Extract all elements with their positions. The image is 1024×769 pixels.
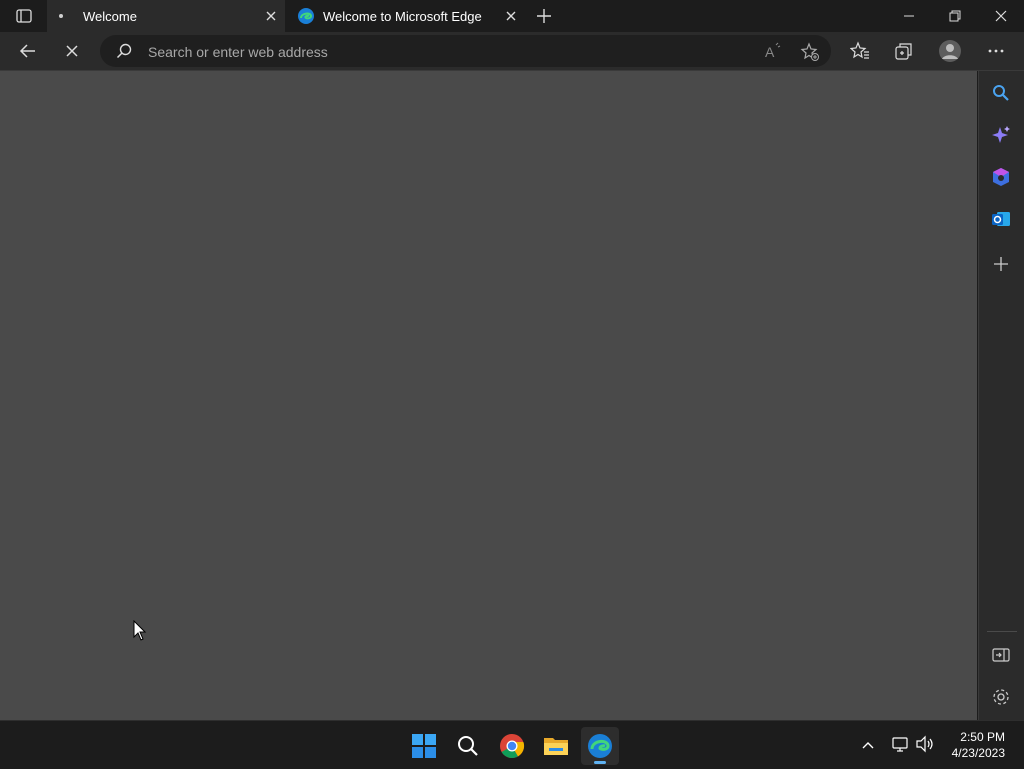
address-input[interactable]: Search or enter web address bbox=[148, 44, 328, 60]
profile-avatar[interactable] bbox=[938, 39, 962, 63]
more-options-icon[interactable] bbox=[984, 39, 1008, 63]
tab-actions-icon[interactable] bbox=[14, 6, 34, 26]
tab-label: Welcome bbox=[83, 9, 137, 24]
close-tab-icon[interactable] bbox=[503, 8, 519, 24]
google-chrome-icon[interactable] bbox=[493, 727, 531, 765]
page-content-area[interactable] bbox=[0, 71, 977, 720]
microsoft-365-icon[interactable] bbox=[991, 167, 1011, 187]
edge-sidebar bbox=[978, 71, 1024, 720]
close-tab-icon[interactable] bbox=[263, 8, 279, 24]
minimize-button[interactable] bbox=[886, 0, 932, 32]
taskbar-search-icon[interactable] bbox=[449, 727, 487, 765]
restore-button[interactable] bbox=[932, 0, 978, 32]
file-explorer-icon[interactable] bbox=[537, 727, 575, 765]
new-tab-button[interactable] bbox=[534, 6, 554, 26]
add-sidebar-app-icon[interactable] bbox=[992, 255, 1010, 273]
address-bar[interactable]: Search or enter web address A bbox=[100, 35, 831, 67]
read-aloud-icon[interactable]: A bbox=[764, 42, 782, 60]
loading-icon bbox=[59, 14, 63, 18]
svg-text:A: A bbox=[765, 44, 775, 60]
edge-icon bbox=[297, 7, 315, 25]
stop-loading-icon[interactable] bbox=[60, 39, 84, 63]
copilot-sparkle-icon[interactable] bbox=[991, 125, 1011, 145]
back-arrow-icon[interactable] bbox=[16, 39, 40, 63]
network-icon[interactable] bbox=[891, 735, 909, 753]
tab-welcome-to-edge[interactable]: Welcome to Microsoft Edge bbox=[287, 0, 525, 32]
title-bar: Welcome Welcome to Microsoft Edge bbox=[0, 0, 1024, 32]
collections-icon[interactable] bbox=[892, 39, 916, 63]
mouse-cursor-icon bbox=[133, 619, 147, 642]
tab-label: Welcome to Microsoft Edge bbox=[323, 9, 482, 24]
search-icon bbox=[116, 43, 132, 59]
outlook-icon[interactable] bbox=[991, 209, 1011, 229]
windows-start-button[interactable] bbox=[405, 727, 443, 765]
clock-date[interactable]: 4/23/2023 bbox=[952, 746, 1005, 760]
tab-welcome[interactable]: Welcome bbox=[47, 0, 285, 32]
clock-time[interactable]: 2:50 PM bbox=[960, 730, 1005, 744]
sidebar-settings-gear-icon[interactable] bbox=[991, 687, 1011, 707]
navigation-toolbar: Search or enter web address A bbox=[0, 32, 1024, 71]
active-app-indicator bbox=[594, 761, 606, 764]
sidebar-divider bbox=[987, 631, 1017, 632]
windows-taskbar: 2:50 PM 4/23/2023 bbox=[0, 720, 1024, 769]
sidebar-search-icon[interactable] bbox=[991, 83, 1011, 103]
close-window-button[interactable] bbox=[978, 0, 1024, 32]
show-hidden-icons-chevron-icon[interactable] bbox=[860, 737, 876, 753]
volume-icon[interactable] bbox=[915, 735, 935, 753]
microsoft-edge-taskbar-icon[interactable] bbox=[581, 727, 619, 765]
favorites-icon[interactable] bbox=[848, 39, 872, 63]
add-favorite-icon[interactable] bbox=[800, 42, 820, 62]
hide-sidebar-icon[interactable] bbox=[991, 645, 1011, 665]
